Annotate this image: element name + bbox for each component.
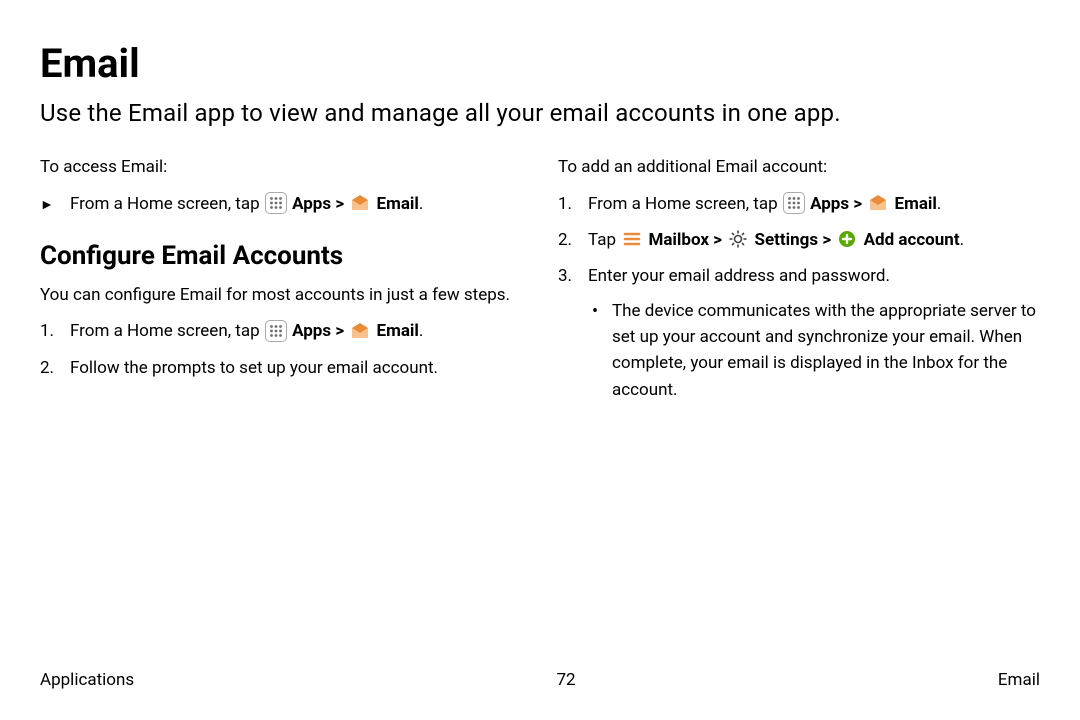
addaccount-label: Add account [864,230,960,250]
configure-list: 1. From a Home screen, tap Apps > [40,318,522,381]
gear-icon [727,228,749,250]
email-icon [349,320,371,342]
triangle-bullet: ► [40,191,70,217]
period: . [419,194,423,214]
access-step: ► From a Home screen, tap Apps > [40,191,522,217]
email-label: Email [895,194,937,214]
list-item: 1. From a Home screen, tap Apps > [40,318,522,344]
list-item: 3. Enter your email address and password… [558,263,1040,413]
footer-left: Applications [40,670,134,690]
page-footer: Applications 72 Email [40,670,1040,690]
text-prefix: From a Home screen, tap [70,321,264,341]
separator: > [335,321,348,341]
step3-text: Enter your email address and password. [588,266,890,286]
num-marker: 2. [40,355,70,381]
list-item: 2. Follow the prompts to set up your ema… [40,355,522,381]
add-heading: To add an additional Email account: [558,155,1040,181]
access-list: ► From a Home screen, tap Apps > [40,191,522,217]
apps-label: Apps [810,194,849,214]
email-icon [349,192,371,214]
text-prefix: Tap [588,230,620,250]
separator: > [853,194,866,214]
footer-right: Email [998,670,1040,690]
apps-icon [265,320,287,342]
step-content: Tap Mailbox > [588,227,1040,253]
text-prefix: From a Home screen, tap [70,194,264,214]
page-title: Email [40,40,1040,87]
apps-icon [783,192,805,214]
plus-icon [836,228,858,250]
email-icon [867,192,889,214]
step-content: Follow the prompts to set up your email … [70,355,522,381]
separator: > [822,230,835,250]
num-marker: 1. [40,318,70,344]
bullet-item: • The device communicates with the appro… [588,298,1040,403]
hamburger-icon [621,228,643,250]
page-intro: Use the Email app to view and manage all… [40,99,1040,127]
content-columns: To access Email: ► From a Home screen, t… [40,155,1040,423]
step-content: Enter your email address and password. •… [588,263,1040,413]
list-item: 1. From a Home screen, tap Apps > [558,191,1040,217]
list-item: 2. Tap Mailbox > [558,227,1040,253]
access-heading: To access Email: [40,155,522,181]
step-content: From a Home screen, tap Apps > [70,318,522,344]
bullet-content: The device communicates with the appropr… [612,298,1040,403]
email-label: Email [377,194,419,214]
num-marker: 2. [558,227,588,253]
period: . [937,194,941,214]
num-marker: 1. [558,191,588,217]
num-marker: 3. [558,263,588,289]
add-list: 1. From a Home screen, tap Apps > [558,191,1040,413]
apps-label: Apps [292,194,331,214]
sublist: • The device communicates with the appro… [588,298,1040,403]
right-column: To add an additional Email account: 1. F… [558,155,1040,423]
apps-icon [265,192,287,214]
left-column: To access Email: ► From a Home screen, t… [40,155,522,423]
separator: > [335,194,348,214]
step-content: From a Home screen, tap Apps > [588,191,1040,217]
mailbox-label: Mailbox [648,230,709,250]
access-step-content: From a Home screen, tap Apps > [70,191,522,217]
configure-heading: Configure Email Accounts [40,241,522,271]
settings-label: Settings [755,230,819,250]
period: . [419,321,423,341]
text-prefix: From a Home screen, tap [588,194,782,214]
email-label: Email [377,321,419,341]
footer-page-number: 72 [556,670,575,690]
period: . [960,230,964,250]
separator: > [713,230,726,250]
apps-label: Apps [292,321,331,341]
configure-intro: You can configure Email for most account… [40,283,522,309]
bullet-marker: • [588,298,612,326]
